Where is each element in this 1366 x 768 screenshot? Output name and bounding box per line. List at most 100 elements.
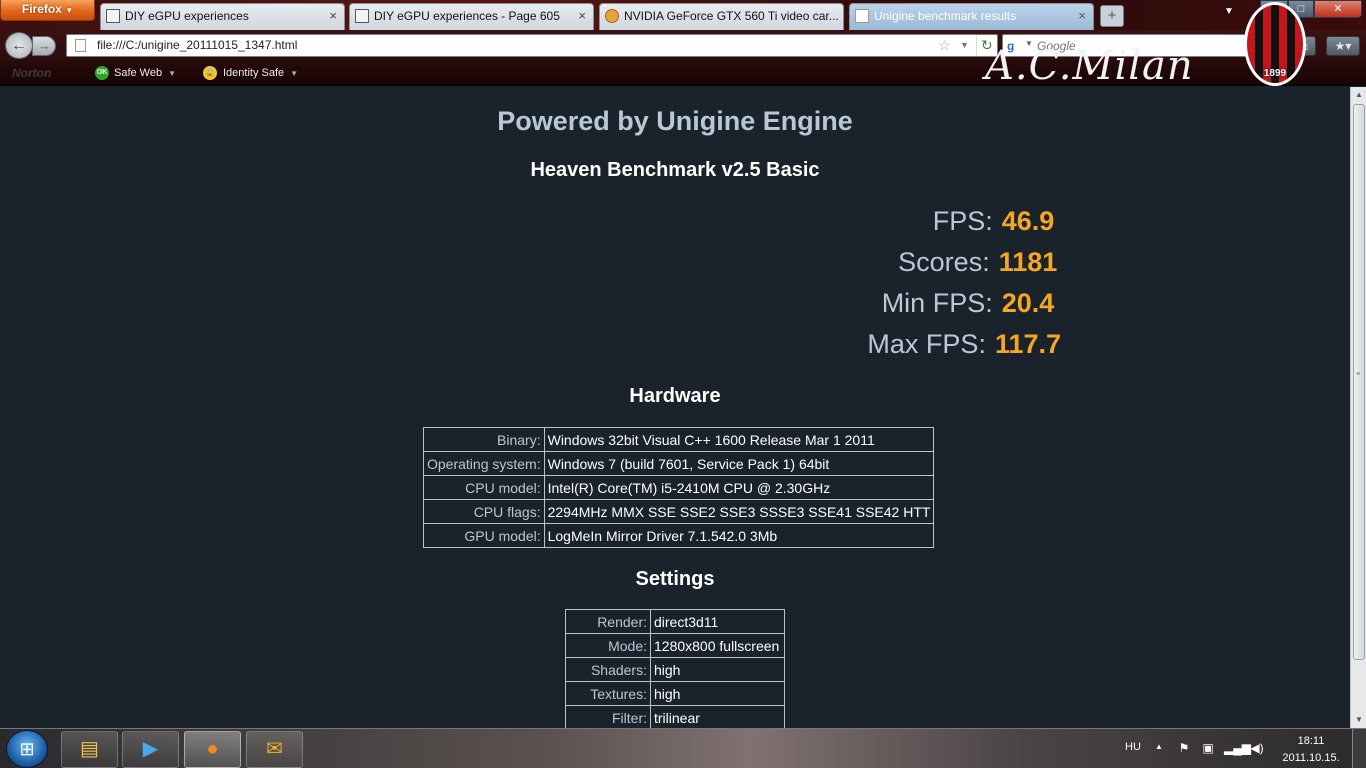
bookmarks-star-icon: ★▾ bbox=[1334, 39, 1352, 53]
vertical-scrollbar[interactable]: ▲ ≡ ▼ bbox=[1350, 87, 1366, 728]
back-button[interactable]: ← bbox=[5, 32, 33, 59]
identity-safe-label: Identity Safe bbox=[223, 66, 285, 79]
address-url: file:///C:/unigine_20111015_1347.html bbox=[97, 38, 298, 52]
table-row: CPU model: Intel(R) Core(TM) i5-2410M CPU… bbox=[423, 475, 935, 500]
hardware-table: Binary: Windows 32bit Visual C++ 1600 Rel… bbox=[423, 427, 935, 548]
history-dropdown-icon[interactable]: ▼ bbox=[960, 35, 969, 56]
scroll-down-arrow-icon[interactable]: ▼ bbox=[1351, 712, 1366, 728]
table-row: Mode: 1280x800 fullscreen bbox=[565, 633, 785, 658]
stat-value: 1181 bbox=[998, 247, 1058, 277]
table-key: Shaders: bbox=[565, 657, 651, 682]
hardware-heading: Hardware bbox=[629, 385, 721, 407]
stat-label: FPS: bbox=[932, 206, 993, 236]
taskbar-explorer[interactable]: ▤ bbox=[61, 731, 118, 768]
tab-diy-egpu-page-605[interactable]: DIY eGPU experiences - Page 605 × bbox=[349, 3, 594, 30]
theme-milan-wordmark: A.C.Milan bbox=[985, 43, 1194, 89]
chevron-down-icon: ▼ bbox=[168, 68, 177, 78]
title-bar: Firefox ▼ DIY eGPU experiences × DIY eGP… bbox=[0, 0, 1366, 30]
tab-title: Unigine benchmark results bbox=[874, 9, 1017, 23]
safe-web-label: Safe Web bbox=[114, 66, 163, 79]
forward-button[interactable]: → bbox=[32, 36, 56, 56]
stat-value: 20.4 bbox=[1001, 288, 1055, 318]
crest-year: 1899 bbox=[1263, 68, 1287, 79]
stat-min-fps: Min FPS: 20.4 bbox=[0, 286, 1350, 320]
tab-nvidia-gtx-560[interactable]: NVIDIA GeForce GTX 560 Ti video car... bbox=[599, 3, 844, 30]
table-value: Intel(R) Core(TM) i5-2410M CPU @ 2.30GHz bbox=[543, 475, 935, 500]
windows-taskbar: ⊞ ▤ ▶ ● ✉ HU ▲ ⚑ ▣ ▂▄▆ ◀) 18:11 2011.10.… bbox=[0, 728, 1366, 768]
arrow-right-icon: → bbox=[37, 38, 51, 53]
tab-unigine-results[interactable]: Unigine benchmark results × bbox=[849, 3, 1094, 30]
norton-logo[interactable]: Norton bbox=[12, 66, 51, 80]
table-key: CPU model: bbox=[423, 475, 545, 500]
taskbar-outlook[interactable]: ✉ bbox=[246, 731, 303, 768]
firefox-menu-button[interactable]: Firefox ▼ bbox=[0, 0, 95, 21]
table-row: Shaders: high bbox=[565, 657, 785, 682]
stat-value: 46.9 bbox=[1001, 206, 1055, 236]
outlook-icon: ✉ bbox=[266, 738, 283, 760]
stat-fps: FPS: 46.9 bbox=[0, 204, 1350, 238]
language-indicator[interactable]: HU bbox=[1125, 741, 1141, 753]
identity-safe-button[interactable]: 🔒 Identity Safe ▼ bbox=[203, 66, 298, 80]
scrollbar-thumb[interactable]: ≡ bbox=[1353, 104, 1365, 660]
address-bar[interactable]: file:///C:/unigine_20111015_1347.html ☆ … bbox=[66, 34, 998, 57]
bookmarks-button[interactable]: ★▾ bbox=[1326, 36, 1360, 56]
table-value: Windows 32bit Visual C++ 1600 Release Ma… bbox=[543, 427, 935, 452]
benchmark-title: Heaven Benchmark v2.5 Basic bbox=[530, 159, 820, 181]
clock-date[interactable]: 2011.10.15. bbox=[1278, 752, 1344, 764]
table-value: LogMeIn Mirror Driver 7.1.542.0 3Mb bbox=[543, 523, 935, 548]
window-close-button[interactable]: ✕ bbox=[1314, 0, 1362, 18]
table-key: Mode: bbox=[565, 633, 651, 658]
table-row: Binary: Windows 32bit Visual C++ 1600 Rel… bbox=[423, 427, 935, 452]
table-value: high bbox=[650, 681, 785, 706]
safe-web-button[interactable]: OK Safe Web ▼ bbox=[95, 66, 176, 80]
tab-close-icon[interactable]: × bbox=[578, 4, 586, 28]
table-value: 2294MHz MMX SSE SSE2 SSE3 SSSE3 SSE41 SS… bbox=[543, 499, 935, 524]
table-row: Textures: high bbox=[565, 681, 785, 706]
bookmark-star-icon[interactable]: ☆ bbox=[938, 35, 951, 56]
page-content: Powered by Unigine Engine Heaven Benchma… bbox=[0, 87, 1350, 728]
table-key: Binary: bbox=[423, 427, 545, 452]
firefox-menu-label: Firefox bbox=[21, 2, 62, 16]
stat-label: Max FPS: bbox=[867, 329, 986, 359]
forum-favicon-icon bbox=[106, 9, 120, 23]
table-key: Render: bbox=[565, 609, 651, 634]
arrow-left-icon: ← bbox=[11, 37, 27, 54]
action-center-flag-icon[interactable]: ⚑ bbox=[1175, 740, 1193, 756]
settings-heading: Settings bbox=[635, 568, 715, 590]
table-key: Filter: bbox=[565, 705, 651, 728]
tab-title: NVIDIA GeForce GTX 560 Ti video car... bbox=[624, 9, 839, 23]
volume-icon[interactable]: ◀) bbox=[1248, 740, 1266, 756]
table-value: Windows 7 (build 7601, Service Pack 1) 6… bbox=[543, 451, 935, 476]
stat-max-fps: Max FPS: 117.7 bbox=[0, 327, 1350, 361]
firefox-icon: ● bbox=[206, 738, 219, 760]
table-value: high bbox=[650, 657, 785, 682]
tab-title: DIY eGPU experiences - Page 605 bbox=[374, 9, 560, 23]
tab-diy-egpu[interactable]: DIY eGPU experiences × bbox=[100, 3, 345, 30]
wireless-signal-icon[interactable]: ▂▄▆ bbox=[1224, 740, 1251, 756]
tab-close-icon[interactable]: × bbox=[1078, 4, 1086, 28]
table-key: GPU model: bbox=[423, 523, 545, 548]
network-adapter-icon[interactable]: ▣ bbox=[1199, 740, 1217, 756]
table-value: direct3d11 bbox=[650, 609, 785, 634]
show-desktop-button[interactable] bbox=[1352, 729, 1366, 768]
show-hidden-icons-icon[interactable]: ▲ bbox=[1155, 742, 1163, 751]
taskbar-media-player[interactable]: ▶ bbox=[122, 731, 179, 768]
clock-time[interactable]: 18:11 bbox=[1282, 735, 1340, 747]
page-icon bbox=[75, 39, 86, 52]
taskbar-firefox[interactable]: ● bbox=[184, 731, 241, 768]
chevron-down-icon: ▼ bbox=[290, 68, 299, 78]
table-row: GPU model: LogMeIn Mirror Driver 7.1.542.… bbox=[423, 523, 935, 548]
start-button[interactable]: ⊞ bbox=[6, 730, 48, 768]
table-key: Operating system: bbox=[423, 451, 545, 476]
folder-icon: ▤ bbox=[80, 738, 99, 760]
table-row: CPU flags: 2294MHz MMX SSE SSE2 SSE3 SSSE… bbox=[423, 499, 935, 524]
new-tab-button[interactable]: + bbox=[1100, 5, 1124, 27]
nvidia-favicon-icon bbox=[605, 9, 619, 23]
tab-close-icon[interactable]: × bbox=[329, 4, 337, 28]
table-value: 1280x800 fullscreen bbox=[650, 633, 785, 658]
tab-list-chevron-icon[interactable]: ▼ bbox=[1224, 6, 1234, 17]
safe-web-ok-icon: OK bbox=[95, 66, 109, 80]
stat-value: 117.7 bbox=[994, 329, 1062, 359]
scroll-up-arrow-icon[interactable]: ▲ bbox=[1351, 87, 1366, 103]
lock-icon: 🔒 bbox=[203, 66, 217, 80]
